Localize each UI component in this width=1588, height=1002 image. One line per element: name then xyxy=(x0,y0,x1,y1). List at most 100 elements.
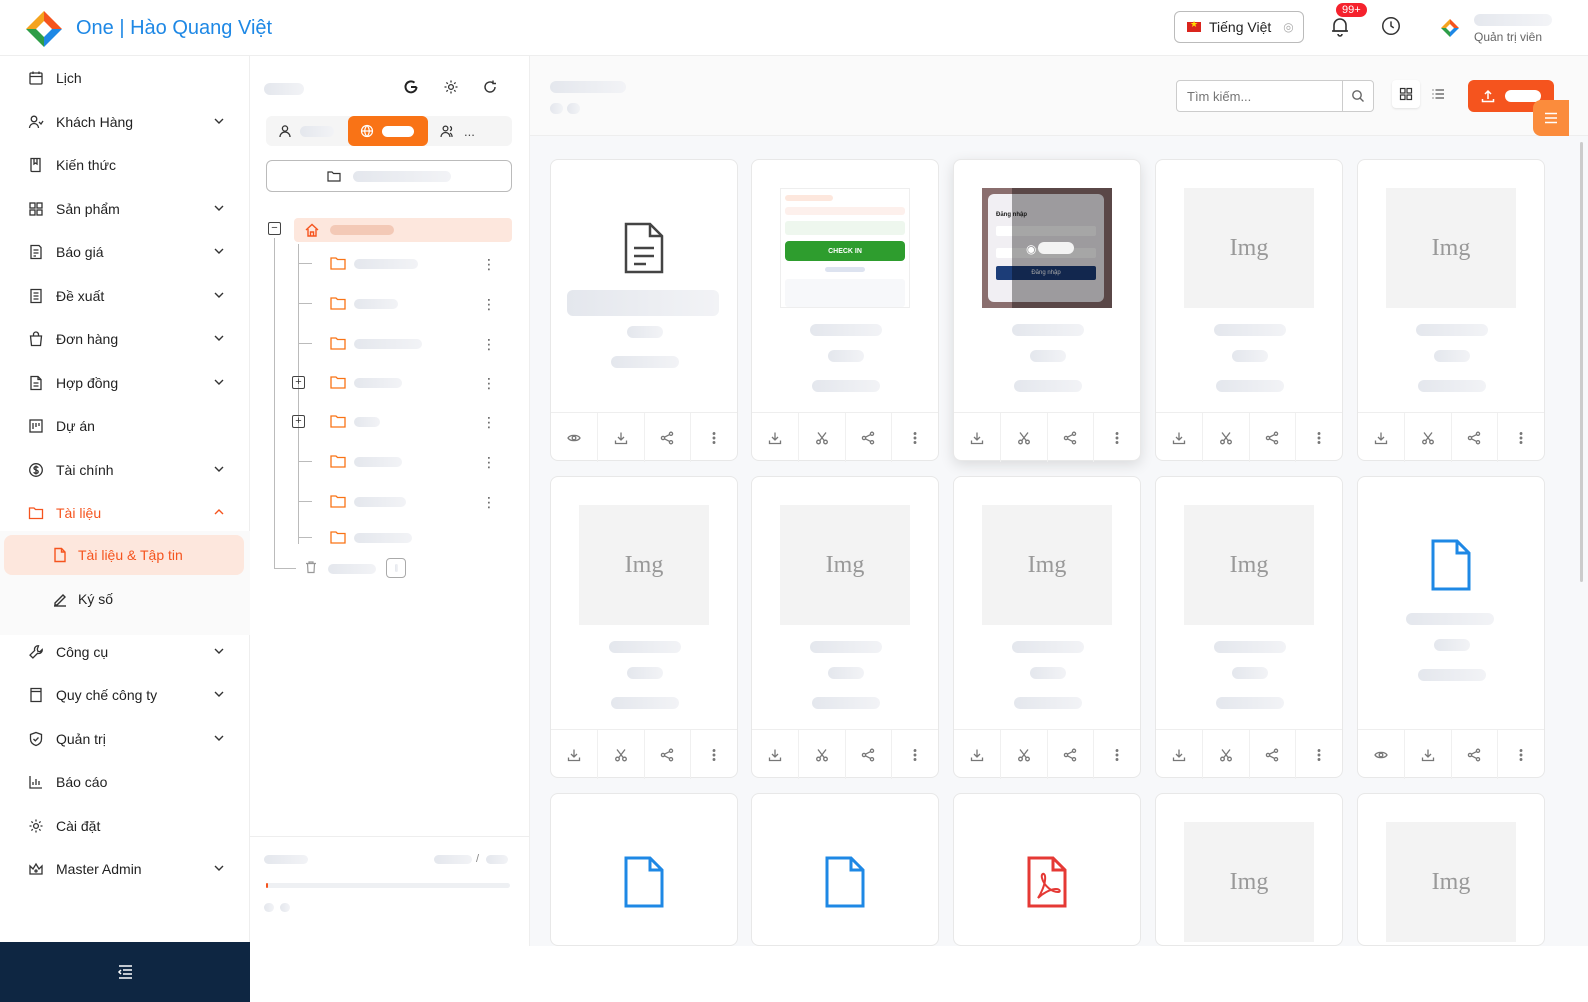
expand-folder-toggle[interactable]: + xyxy=(292,415,305,428)
submenu-item-sign[interactable]: Ký số xyxy=(4,579,244,619)
sidebar-item-l-ch[interactable]: Lịch xyxy=(0,56,250,100)
tree-folder-node[interactable] xyxy=(298,526,518,550)
tree-folder-node[interactable]: ⋮ xyxy=(298,252,518,276)
tree-folder-node[interactable]: + ⋮ xyxy=(292,410,518,434)
file-card[interactable]: Img xyxy=(1357,159,1545,462)
new-folder-button[interactable] xyxy=(266,160,512,192)
download-button[interactable] xyxy=(954,730,1001,779)
more-button[interactable] xyxy=(1296,730,1342,779)
more-button[interactable] xyxy=(1094,730,1140,779)
file-card[interactable]: Img xyxy=(550,476,738,779)
tree-settings-button[interactable] xyxy=(440,76,462,98)
cut-button[interactable] xyxy=(799,730,846,779)
sidebar-item-s-n-ph-m[interactable]: Sản phẩm xyxy=(0,187,250,231)
more-vertical-icon[interactable]: ⋮ xyxy=(482,256,496,273)
sidebar-item-d-n[interactable]: Dự án xyxy=(0,404,250,448)
sidebar-item-b-o-c-o[interactable]: Báo cáo xyxy=(0,760,250,804)
sidebar-item-ki-n-th-c[interactable]: Kiến thức xyxy=(0,143,250,187)
scope-public-tab[interactable] xyxy=(348,116,428,146)
file-card[interactable] xyxy=(953,793,1141,946)
scrollbar[interactable] xyxy=(1580,142,1583,582)
cut-button[interactable] xyxy=(799,413,846,462)
scope-shared-tab[interactable]: ... xyxy=(428,116,512,146)
list-view-button[interactable] xyxy=(1424,80,1452,108)
download-button[interactable] xyxy=(752,413,799,462)
search-input[interactable] xyxy=(1177,81,1343,111)
download-button[interactable] xyxy=(1156,413,1203,462)
more-button[interactable] xyxy=(1498,730,1544,779)
cut-button[interactable] xyxy=(1001,730,1048,779)
tree-folder-node[interactable]: ⋮ xyxy=(298,450,518,474)
file-card[interactable]: Img xyxy=(953,476,1141,779)
more-button[interactable] xyxy=(1094,413,1140,462)
share-button[interactable] xyxy=(846,413,893,462)
sidebar-item-quy-ch-c-ng-ty[interactable]: Quy chế công ty xyxy=(0,673,250,717)
sidebar-item-t-i-li-u[interactable]: Tài liệu xyxy=(0,491,250,535)
tree-folder-node[interactable]: ⋮ xyxy=(298,292,518,316)
share-button[interactable] xyxy=(1250,730,1297,779)
brand-name[interactable]: One | Hào Quang Việt xyxy=(76,17,272,40)
file-card[interactable] xyxy=(751,793,939,946)
tree-folder-node[interactable]: + ⋮ xyxy=(292,371,518,395)
side-panel-toggle[interactable] xyxy=(1533,100,1569,136)
file-card[interactable]: Img xyxy=(1357,793,1545,946)
cut-button[interactable] xyxy=(1405,413,1452,462)
share-button[interactable] xyxy=(1048,413,1095,462)
tree-refresh-button[interactable] xyxy=(479,76,501,98)
download-button[interactable] xyxy=(551,730,598,779)
download-button[interactable] xyxy=(1405,730,1452,779)
chevron-down-icon[interactable] xyxy=(212,375,226,389)
file-card[interactable]: Img xyxy=(1155,159,1343,462)
search-button[interactable] xyxy=(1342,81,1373,111)
share-button[interactable] xyxy=(1250,413,1297,462)
chevron-down-icon[interactable] xyxy=(212,731,226,745)
sidebar-item-xu-t[interactable]: Đề xuất xyxy=(0,274,250,318)
eye-button[interactable] xyxy=(551,413,598,462)
trash-icon[interactable] xyxy=(304,560,320,576)
share-button[interactable] xyxy=(846,730,893,779)
collapse-sidebar-button[interactable] xyxy=(0,942,250,1002)
chevron-down-icon[interactable] xyxy=(212,861,226,875)
language-selector[interactable]: Tiếng Việt ◎ xyxy=(1174,11,1304,43)
share-button[interactable] xyxy=(1452,730,1499,779)
cut-button[interactable] xyxy=(598,730,645,779)
sidebar-item-t-i-ch-nh[interactable]: Tài chính xyxy=(0,448,250,492)
sidebar-item-b-o-gi[interactable]: Báo giá xyxy=(0,230,250,274)
more-button[interactable] xyxy=(892,413,938,462)
more-vertical-icon[interactable]: ⋮ xyxy=(482,336,496,353)
expand-folder-toggle[interactable]: + xyxy=(292,376,305,389)
google-drive-button[interactable] xyxy=(400,76,422,98)
sidebar-item-h-p-ng[interactable]: Hợp đồng xyxy=(0,361,250,405)
more-vertical-icon[interactable]: ⋮ xyxy=(482,494,496,511)
share-button[interactable] xyxy=(1048,730,1095,779)
file-card[interactable] xyxy=(550,793,738,946)
file-card[interactable] xyxy=(1357,476,1545,779)
more-vertical-icon[interactable]: ⋮ xyxy=(482,296,496,313)
cut-button[interactable] xyxy=(1203,730,1250,779)
share-button[interactable] xyxy=(645,730,692,779)
download-button[interactable] xyxy=(752,730,799,779)
tree-folder-node[interactable]: ⋮ xyxy=(298,332,518,356)
tree-root-node[interactable] xyxy=(294,218,512,242)
sidebar-item-master-admin[interactable]: Master Admin xyxy=(0,847,250,891)
tree-folder-node[interactable]: ⋮ xyxy=(298,490,518,514)
file-card[interactable]: Đăng nhập Đăng nhập ◉ xyxy=(953,159,1141,462)
sidebar-item-c-ng-c[interactable]: Công cụ xyxy=(0,630,250,674)
scope-personal-tab[interactable] xyxy=(266,116,346,146)
collapse-root-toggle[interactable]: − xyxy=(268,222,281,235)
chevron-up-icon[interactable] xyxy=(212,505,226,519)
sidebar-item-c-i-t[interactable]: Cài đặt xyxy=(0,804,250,848)
more-button[interactable] xyxy=(892,730,938,779)
more-vertical-icon[interactable]: ⋮ xyxy=(482,414,496,431)
more-button[interactable] xyxy=(1498,413,1544,462)
grid-view-button[interactable] xyxy=(1392,80,1420,108)
chevron-down-icon[interactable] xyxy=(212,462,226,476)
download-button[interactable] xyxy=(1156,730,1203,779)
chevron-down-icon[interactable] xyxy=(212,244,226,258)
cut-button[interactable] xyxy=(1203,413,1250,462)
chevron-down-icon[interactable] xyxy=(212,114,226,128)
file-card[interactable]: Img xyxy=(751,476,939,779)
file-card[interactable]: Img xyxy=(1155,476,1343,779)
sidebar-item-qu-n-tr[interactable]: Quản trị xyxy=(0,717,250,761)
file-card[interactable]: CHECK IN xyxy=(751,159,939,462)
